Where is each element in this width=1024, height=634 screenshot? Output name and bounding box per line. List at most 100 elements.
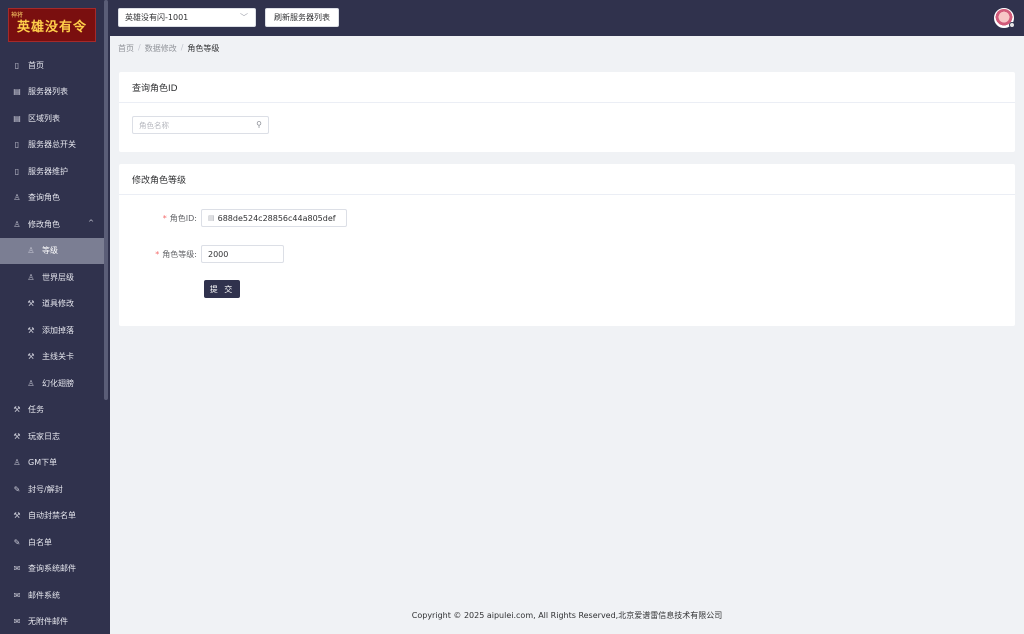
edit-icon: ✎ <box>13 537 21 547</box>
phone-icon: ▯ <box>14 60 20 70</box>
sidebar-item-label: 服务器总开关 <box>28 140 76 150</box>
wrench-icon: ⚒ <box>13 431 21 441</box>
chevron-down-icon: ﹀ <box>240 13 248 22</box>
sidebar-item[interactable]: ✎ 白名单 <box>0 529 104 556</box>
submit-button[interactable]: 提 交 <box>204 280 240 298</box>
breadcrumb-current: 角色等级 <box>187 44 220 53</box>
phone-icon: ▯ <box>14 140 20 150</box>
sidebar-item[interactable]: ▯ 服务器总开关 <box>0 132 104 159</box>
user-icon: ♙ <box>27 246 35 256</box>
sidebar-item-label: 封号/解封 <box>28 484 63 494</box>
required-marker: * <box>155 249 160 259</box>
sidebar-item-label: 区域列表 <box>28 113 60 123</box>
sidebar-item-label: 道具修改 <box>42 299 74 309</box>
footer-copyright: Copyright © 2025 aipulei.com, All Rights… <box>411 611 723 620</box>
modify-role-level-card: 修改角色等级 * 角色ID: ▤ 688de524c28856c44a805def… <box>119 164 1015 326</box>
phone-icon: ▯ <box>14 166 20 176</box>
sidebar-item[interactable]: ⚒ 自动封禁名单 <box>0 503 104 530</box>
breadcrumb: 首页 / 数据修改 / 角色等级 <box>118 43 219 54</box>
sidebar-item-label: 任务 <box>28 405 44 415</box>
refresh-server-list-button[interactable]: 刷新服务器列表 <box>265 8 339 27</box>
sidebar-item[interactable]: ▤ 区域列表 <box>0 105 104 132</box>
role-id-value: 688de524c28856c44a805def <box>217 213 336 223</box>
role-name-search-input[interactable]: 角色名称 ⚲ <box>132 116 269 134</box>
role-level-value: 2000 <box>208 249 229 259</box>
logo-title: 英雄没有令 <box>16 19 87 35</box>
sidebar-item[interactable]: ♙ 幻化翅膀 <box>0 370 104 397</box>
wrench-icon: ⚒ <box>27 325 35 335</box>
sidebar-item-label: 查询角色 <box>28 193 60 203</box>
id-card-icon: ▤ <box>208 214 215 222</box>
sidebar-menu: ▯ 首页 ▤ 服务器列表 ▤ 区域列表 ▯ 服务器总开关 ▯ 服务器维护 ♙ 查询角色 ♙ 修改角色 ^ ♙ 等… <box>0 52 104 634</box>
wrench-icon: ⚒ <box>27 299 35 309</box>
sidebar-item-label: 自动封禁名单 <box>28 511 76 521</box>
sidebar-item-label: 修改角色 <box>28 219 60 229</box>
topbar: 英雄没有闪-1001 ﹀ 刷新服务器列表 <box>110 0 1024 36</box>
sidebar-item-label: 世界层级 <box>42 272 74 282</box>
sidebar-item-label: 白名单 <box>28 537 52 547</box>
sidebar-item[interactable]: ⚒ 添加掉落 <box>0 317 104 344</box>
role-level-field[interactable]: 2000 <box>201 245 284 263</box>
breadcrumb-separator: / <box>138 43 141 52</box>
server-select[interactable]: 英雄没有闪-1001 ﹀ <box>118 8 256 27</box>
sidebar-item-label: GM下单 <box>28 458 58 468</box>
sidebar-item[interactable]: ▯ 首页 <box>0 52 104 79</box>
role-id-field[interactable]: ▤ 688de524c28856c44a805def <box>201 209 347 227</box>
role-level-label-text: 角色等级: <box>162 249 197 259</box>
sidebar-item-label: 邮件系统 <box>28 590 60 600</box>
sidebar-item[interactable]: ✉ 邮件系统 <box>0 582 104 609</box>
logo-small-text: 神将 <box>11 12 24 19</box>
sidebar-item[interactable]: ♙ 查询角色 <box>0 185 104 212</box>
role-level-label: * 角色等级: <box>119 249 201 260</box>
server-select-value: 英雄没有闪-1001 <box>125 13 189 22</box>
mail-icon: ✉ <box>13 590 21 600</box>
sidebar-item-label: 添加掉落 <box>42 325 74 335</box>
list-icon: ▤ <box>13 87 21 97</box>
sidebar-item[interactable]: ⚒ 玩家日志 <box>0 423 104 450</box>
user-icon: ♙ <box>27 272 35 282</box>
modify-role-level-card-title: 修改角色等级 <box>119 164 1015 195</box>
mail-icon: ✉ <box>13 617 21 627</box>
wrench-icon: ⚒ <box>13 405 21 415</box>
role-id-label: * 角色ID: <box>119 213 201 224</box>
sidebar-item[interactable]: ♙ 世界层级 <box>0 264 104 291</box>
search-icon[interactable]: ⚲ <box>256 120 262 129</box>
role-level-row: * 角色等级: 2000 <box>119 245 284 263</box>
sidebar-item-label: 无附件邮件 <box>28 617 68 627</box>
user-icon: ♙ <box>13 458 21 468</box>
sidebar-item[interactable]: ⚒ 主线关卡 <box>0 344 104 371</box>
list-icon: ▤ <box>13 113 21 123</box>
user-icon: ♙ <box>13 219 21 229</box>
sidebar-item[interactable]: ♙ 修改角色 ^ <box>0 211 104 238</box>
avatar-status-dot <box>1009 22 1015 28</box>
sidebar-item-label: 等级 <box>42 246 58 256</box>
sidebar-item-label: 服务器列表 <box>28 87 68 97</box>
breadcrumb-separator: / <box>180 43 184 52</box>
logo[interactable]: 神将 英雄没有令 <box>8 8 96 42</box>
sidebar-item[interactable]: ✉ 查询系统邮件 <box>0 556 104 583</box>
edit-icon: ✎ <box>13 484 21 494</box>
user-icon: ♙ <box>27 378 35 388</box>
sidebar-item[interactable]: ♙ GM下单 <box>0 450 104 477</box>
sidebar-item[interactable]: ✉ 无附件邮件 <box>0 609 104 634</box>
sidebar-item-label: 玩家日志 <box>28 431 60 441</box>
sidebar-item[interactable]: ▤ 服务器列表 <box>0 79 104 106</box>
sidebar-item[interactable]: ✎ 封号/解封 <box>0 476 104 503</box>
chevron-up-icon: ^ <box>88 219 94 227</box>
query-role-card-title: 查询角色ID <box>119 72 1015 103</box>
sidebar-item-label: 主线关卡 <box>42 352 74 362</box>
sidebar-item-label: 幻化翅膀 <box>42 378 74 388</box>
wrench-icon: ⚒ <box>13 511 21 521</box>
sidebar-item[interactable]: ▯ 服务器维护 <box>0 158 104 185</box>
sidebar-item[interactable]: ⚒ 任务 <box>0 397 104 424</box>
breadcrumb-home[interactable]: 首页 <box>118 43 134 54</box>
wrench-icon: ⚒ <box>27 352 35 362</box>
sidebar-item-label: 服务器维护 <box>28 166 68 176</box>
sidebar-scrollbar[interactable] <box>104 0 108 400</box>
user-icon: ♙ <box>13 193 21 203</box>
sidebar-item-label: 查询系统邮件 <box>28 564 76 574</box>
sidebar-item-label: 首页 <box>28 60 44 70</box>
sidebar-item[interactable]: ⚒ 道具修改 <box>0 291 104 318</box>
sidebar-item[interactable]: ♙ 等级 <box>0 237 104 264</box>
breadcrumb-section[interactable]: 数据修改 <box>145 43 177 54</box>
